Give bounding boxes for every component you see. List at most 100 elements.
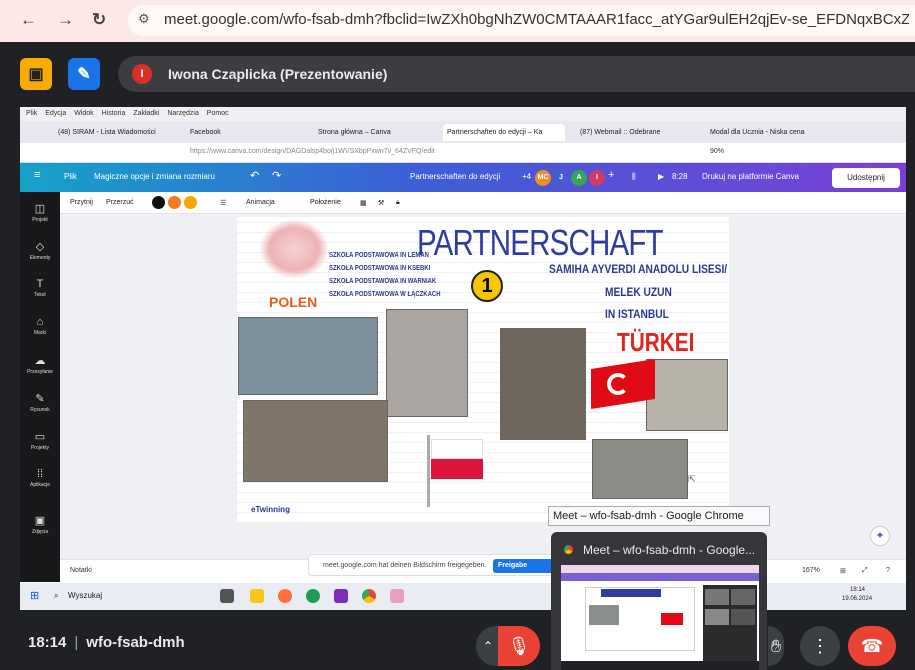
etwinning-logo: eTwinning — [251, 505, 290, 514]
forward-icon[interactable]: → — [57, 10, 74, 30]
avatar[interactable]: A — [571, 170, 587, 186]
canva-file-menu[interactable]: Plik — [64, 172, 77, 181]
flip-button[interactable]: Przerzuć — [106, 199, 134, 206]
pip-icon[interactable]: ▣ — [20, 58, 52, 90]
menu-item[interactable]: Historia — [102, 110, 126, 117]
browser-zoom[interactable]: 90% — [710, 148, 724, 155]
color-swatch[interactable] — [168, 196, 181, 209]
sidebar-item-projects[interactable]: ▭ Projekty — [20, 430, 60, 451]
timer: 8:28 — [672, 172, 688, 181]
url-text: meet.google.com/wfo-fsab-dmh?fbclid=IwZX… — [164, 11, 909, 28]
tab[interactable]: (48) SIRAM - Lista Wiadomości — [54, 124, 174, 141]
chrome-icon[interactable] — [362, 589, 376, 603]
magic-icon[interactable]: ✦ — [870, 526, 890, 546]
avatar[interactable]: MC — [535, 170, 551, 186]
sidebar-item-apps[interactable]: ⁞⁞ Aplikacje — [20, 468, 60, 488]
sidebar-item-uploads[interactable]: ☁ Przesyłanie — [20, 354, 60, 375]
lines-icon[interactable]: ☰ — [220, 199, 226, 207]
more-options-icon[interactable]: ⋮ — [800, 626, 840, 666]
lock-icon[interactable]: 🔒︎ — [396, 199, 400, 207]
insights-icon[interactable]: ⫼ — [632, 172, 636, 182]
notes-button[interactable]: Notatki — [70, 567, 92, 574]
paint-format-icon[interactable]: ⚒ — [378, 199, 384, 207]
grid-icon[interactable]: ⊞ — [840, 567, 846, 575]
play-icon[interactable]: ▶ — [658, 172, 664, 181]
reload-icon[interactable]: ↻ — [92, 10, 106, 30]
windows-start-icon[interactable]: ⊞ — [30, 589, 39, 602]
shared-screen: Plik Edycja Widok Historia Zakładki Narz… — [20, 107, 906, 610]
school-line: SZKOŁA PODSTAWOWA W ŁĄCZKACH — [329, 291, 441, 298]
fullscreen-icon[interactable]: ⤢ — [862, 567, 868, 575]
turkish-teacher: MELEK UZUN — [605, 285, 672, 299]
menu-item[interactable]: Pomoc — [207, 110, 229, 117]
text-icon: T — [36, 278, 44, 290]
sidebar-item-elements[interactable]: ◇ Elementy — [20, 240, 60, 261]
share-button[interactable]: Udostępnij — [832, 168, 900, 188]
effects-icon[interactable]: ✎ — [68, 58, 100, 90]
sidebar-item-brand[interactable]: ⌂ Marki — [20, 316, 60, 336]
presenter-avatar: I — [132, 64, 152, 84]
leave-call-icon[interactable]: ☎ — [848, 626, 896, 666]
photo-notebook — [646, 359, 728, 431]
canva-header: ≡ Plik Magiczne opcje i zmiana rozmiaru … — [20, 163, 906, 192]
tab[interactable]: Strona główna – Canva — [314, 124, 434, 141]
file-explorer-icon[interactable] — [250, 589, 264, 603]
task-view-icon[interactable] — [220, 589, 234, 603]
print-button[interactable]: Drukuj na platformie Canva — [702, 172, 799, 181]
tab[interactable]: Modal dla Ucznia - Niska cena — [706, 124, 826, 141]
preview-thumbnail[interactable] — [561, 565, 759, 670]
window-preview[interactable]: Meet – wfo-fsab-dmh - Google... — [551, 532, 767, 670]
tab[interactable]: Facebook — [186, 124, 306, 141]
tab[interactable]: (87) Webmail :: Odebrane — [576, 124, 696, 141]
color-swatch[interactable] — [152, 196, 165, 209]
menu-item[interactable]: Widok — [74, 110, 93, 117]
apps-icon: ⁞⁞ — [36, 468, 44, 480]
app-icon[interactable] — [334, 589, 348, 603]
undo-icon[interactable]: ↶ — [250, 169, 259, 182]
school-line: SZKOŁA PODSTAWOWA IN LEMAN — [329, 252, 429, 259]
stop-sharing-button[interactable]: Freigabe beenden — [493, 559, 555, 583]
doc-title[interactable]: Partnerschaften do edycji — [410, 172, 500, 181]
sidebar-item-text[interactable]: T Tekst — [20, 278, 60, 298]
transparency-icon[interactable]: ▦ — [360, 199, 367, 207]
magic-switch[interactable]: Magiczne opcje i zmiana rozmiaru — [94, 172, 215, 181]
raise-hand-icon[interactable]: ✋︎ — [768, 626, 784, 666]
color-swatch[interactable] — [184, 196, 197, 209]
menu-item[interactable]: Edycja — [45, 110, 66, 117]
menu-item[interactable]: Narzędzia — [167, 110, 199, 117]
slide[interactable]: PARTNERSCHAFT SZKOŁA PODSTAWOWA IN LEMAN… — [237, 217, 729, 522]
site-settings-icon[interactable]: ⚙ — [138, 11, 150, 27]
hamburger-icon[interactable]: ≡ — [34, 169, 40, 181]
crop-button[interactable]: Przytnij — [70, 199, 93, 206]
taskbar-search[interactable]: Wyszukaj — [68, 591, 102, 600]
draw-icon: ✎ — [35, 393, 45, 405]
sidebar-item-draw[interactable]: ✎ Rysunek — [20, 392, 60, 413]
tab-active[interactable]: Partnerschaften do edycji – Ka — [443, 124, 565, 141]
avatar[interactable]: I — [589, 170, 605, 186]
app-icon[interactable] — [390, 589, 404, 603]
sidebar-item-design[interactable]: ◫ Projekt — [20, 202, 60, 223]
redo-icon[interactable]: ↷ — [272, 169, 281, 182]
add-collab-icon[interactable]: + — [608, 169, 614, 181]
avatar[interactable]: J — [553, 170, 569, 186]
address-bar[interactable]: ⚙ meet.google.com/wfo-fsab-dmh?fbclid=Iw… — [128, 5, 915, 36]
meeting-info: 18:14 | wfo-fsab-dmh — [28, 634, 185, 651]
clock-time: 18:14 — [850, 587, 866, 593]
animate-button[interactable]: Animacja — [246, 199, 275, 206]
mic-off-icon[interactable]: 🎙︎ — [498, 626, 540, 666]
polish-flag-white — [431, 439, 483, 459]
mic-options-icon[interactable]: ⌃ — [476, 626, 500, 666]
sidebar-item-photos[interactable]: ▣ Zdjęcia — [20, 514, 60, 535]
edge-icon[interactable] — [306, 589, 320, 603]
photo-students — [238, 317, 378, 395]
position-button[interactable]: Położenie — [310, 199, 341, 206]
presenter-name: Iwona Czaplicka (Prezentowanie) — [168, 66, 388, 82]
search-icon[interactable]: ⌕ — [54, 591, 58, 601]
menu-item[interactable]: Zakładki — [133, 110, 159, 117]
help-icon[interactable]: ? — [886, 567, 890, 574]
firefox-icon[interactable] — [278, 589, 292, 603]
back-icon[interactable]: ← — [20, 10, 37, 30]
firefox-address-bar[interactable]: https://www.canva.com/design/DAGDalsp4bo… — [20, 143, 906, 163]
canva-zoom[interactable]: 167% — [802, 567, 820, 574]
menu-item[interactable]: Plik — [26, 110, 37, 117]
